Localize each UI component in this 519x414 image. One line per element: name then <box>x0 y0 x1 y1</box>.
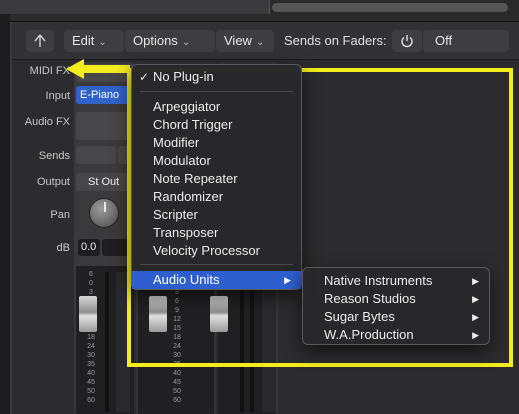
chevron-down-icon: ⌄ <box>181 37 191 48</box>
menu-item-arpeggiator[interactable]: Arpeggiator <box>132 98 301 116</box>
midi-fx-menu: ✓ No Plug-in Arpeggiator Chord Trigger M… <box>131 64 302 290</box>
options-menu-button[interactable]: Options ⌄ <box>125 30 215 52</box>
submenu-arrow-icon: ▶ <box>284 275 291 285</box>
menu-item-audio-units[interactable]: Audio Units ▶ <box>132 271 301 289</box>
edit-menu-button[interactable]: Edit ⌄ <box>64 30 124 52</box>
menu-item-chord-trigger[interactable]: Chord Trigger <box>132 116 301 134</box>
menu-separator <box>140 91 293 92</box>
timeline-strip <box>0 0 519 22</box>
horizontal-scrollbar[interactable] <box>272 3 508 12</box>
submenu-arrow-icon: ▶ <box>472 312 479 322</box>
submenu-arrow-icon: ▶ <box>472 276 479 286</box>
view-label: View <box>224 33 252 48</box>
options-label: Options <box>133 33 178 48</box>
view-menu-button[interactable]: View ⌄ <box>216 30 274 52</box>
checkmark-icon: ✓ <box>139 70 150 84</box>
up-arrow-button[interactable] <box>26 30 54 52</box>
audio-units-submenu: Native Instruments ▶ Reason Studios ▶ Su… <box>302 267 490 345</box>
power-icon <box>401 35 413 48</box>
menu-item-scripter[interactable]: Scripter <box>132 206 301 224</box>
menu-item-sugar-bytes[interactable]: Sugar Bytes ▶ <box>303 308 489 326</box>
db-readout: 0.0 <box>78 239 100 256</box>
output-label: Output <box>36 176 70 188</box>
sends-mode-value: Off <box>435 33 453 48</box>
pan-knob[interactable] <box>89 198 119 228</box>
audio-fx-label: Audio FX <box>24 116 70 128</box>
up-arrow-icon <box>34 34 46 47</box>
menu-item-transposer[interactable]: Transposer <box>132 224 301 242</box>
sends-on-faders-label: Sends on Faders: <box>284 33 387 48</box>
input-slot[interactable]: E-Piano <box>76 86 134 104</box>
sends-mode-select[interactable]: Off <box>423 30 509 52</box>
menu-item-modulator[interactable]: Modulator <box>132 152 301 170</box>
pan-label: Pan <box>50 209 70 221</box>
meter-scale: 6036912151824303540455060 <box>87 271 95 404</box>
menu-item-no-plugin[interactable]: ✓ No Plug-in <box>132 68 301 86</box>
menu-separator <box>140 264 293 265</box>
menu-item-randomizer[interactable]: Randomizer <box>132 188 301 206</box>
send-slot[interactable] <box>76 146 116 164</box>
menu-item-velocity-processor[interactable]: Velocity Processor <box>132 242 301 260</box>
audio-fx-slot[interactable] <box>76 112 134 140</box>
submenu-arrow-icon: ▶ <box>472 330 479 340</box>
menu-item-wa-production[interactable]: W.A.Production ▶ <box>303 326 489 344</box>
menu-item-reason-studios[interactable]: Reason Studios ▶ <box>303 290 489 308</box>
input-label: Input <box>45 90 70 102</box>
submenu-arrow-icon: ▶ <box>472 294 479 304</box>
midi-fx-label: MIDI FX <box>29 65 70 77</box>
edit-label: Edit <box>72 33 95 48</box>
mixer-toolbar: Edit ⌄ Options ⌄ View ⌄ Sends on Faders: Of… <box>12 22 519 60</box>
chevron-down-icon: ⌄ <box>255 37 265 48</box>
menu-item-native-instruments[interactable]: Native Instruments ▶ <box>303 272 489 290</box>
db-label: dB <box>56 242 70 254</box>
volume-fader[interactable] <box>79 296 97 332</box>
sends-label: Sends <box>38 150 70 162</box>
level-meter <box>105 272 109 412</box>
menu-item-modifier[interactable]: Modifier <box>132 134 301 152</box>
highlight-arrow-icon <box>66 59 130 79</box>
chevron-down-icon: ⌄ <box>98 37 107 48</box>
menu-item-note-repeater[interactable]: Note Repeater <box>132 170 301 188</box>
output-slot[interactable]: St Out <box>76 173 134 191</box>
timeline-region <box>0 0 270 14</box>
power-button[interactable] <box>392 30 422 52</box>
